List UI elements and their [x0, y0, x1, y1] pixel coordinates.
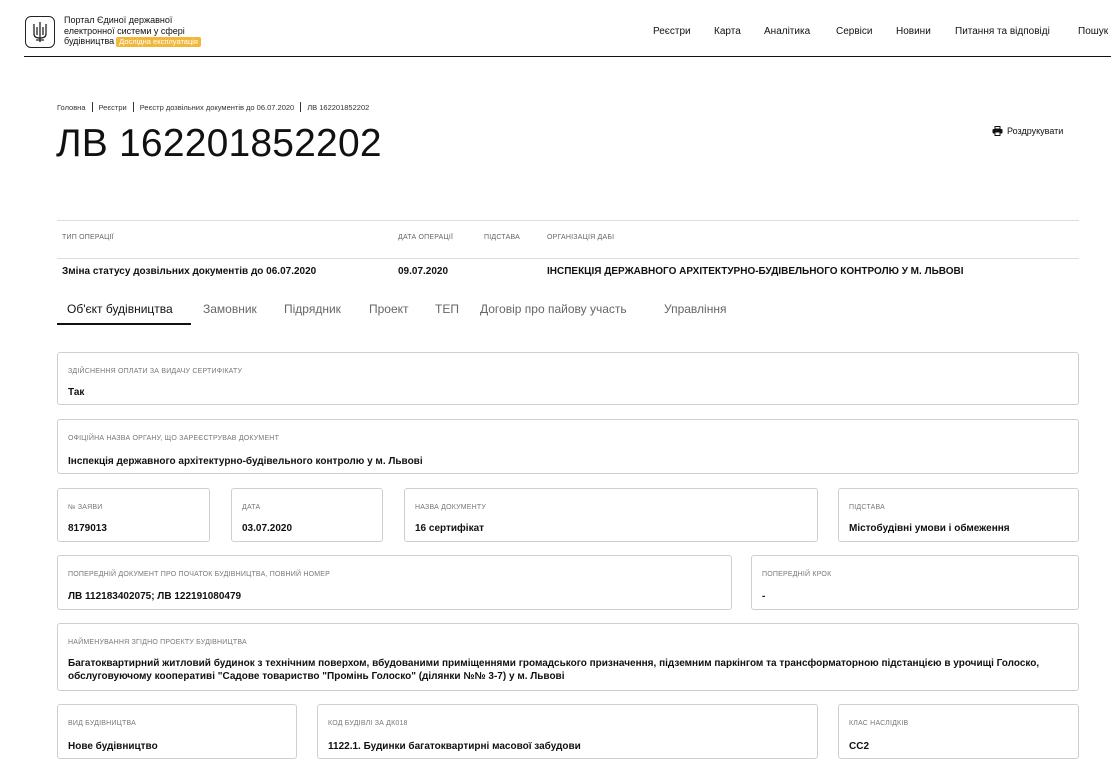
official-name-card: Офіційна назва органу, що зареєстрував д…	[57, 419, 1079, 474]
tab-project[interactable]: Проект	[369, 302, 409, 316]
construction-type-card: Вид будівництва Нове будівництво	[57, 704, 297, 759]
project-name-card: Найменування згідно проекту будівництва …	[57, 623, 1079, 691]
operation-date-header: Дата операції	[398, 234, 454, 241]
date-label: Дата	[242, 504, 261, 511]
consequence-class-label: Клас наслідків	[849, 720, 909, 727]
active-tab-indicator	[57, 323, 191, 325]
site-header: Портал Єдиної державної електронної сист…	[0, 0, 1117, 60]
operation-org-header: Організація ДАБІ	[547, 234, 615, 241]
tab-customer[interactable]: Замовник	[203, 302, 257, 316]
operation-basis-header: Підстава	[484, 234, 520, 241]
construction-type-value: Нове будівництво	[68, 741, 158, 752]
tab-equity-agreement[interactable]: Договір про пайову участь	[480, 302, 627, 316]
basis-value: Містобудівні умови і обмеження	[849, 523, 1010, 534]
official-name-label: Офіційна назва органу, що зареєстрував д…	[68, 435, 280, 442]
breadcrumb: Головна Реєстри Реєстр дозвільних докуме…	[57, 102, 369, 112]
nav-item-registers[interactable]: Реєстри	[653, 26, 691, 37]
operation-type-header: Тип операції	[62, 234, 114, 241]
building-code-label: Код будівлі за ДК018	[328, 720, 408, 727]
date-value: 03.07.2020	[242, 523, 293, 534]
header-divider	[24, 56, 1111, 57]
operation-table-divider	[57, 258, 1079, 259]
building-code-value: 1122.1. Будинки багатоквартирні масової …	[328, 741, 581, 752]
tab-contractor[interactable]: Підрядник	[284, 302, 341, 316]
basis-label: Підстава	[849, 504, 885, 511]
breadcrumb-permit-registry[interactable]: Реєстр дозвільних документів до 06.07.20…	[140, 103, 295, 112]
breadcrumb-separator	[300, 102, 302, 112]
operation-type-value: Зміна статусу дозвільних документів до 0…	[62, 266, 317, 277]
previous-document-card: Попередній документ про початок будівниц…	[57, 555, 732, 610]
breadcrumb-home[interactable]: Головна	[57, 103, 86, 112]
application-number-value: 8179013	[68, 523, 107, 534]
nav-item-news[interactable]: Новини	[896, 26, 931, 37]
print-button[interactable]: Роздрукувати	[992, 126, 1063, 136]
building-code-card: Код будівлі за ДК018 1122.1. Будинки баг…	[317, 704, 818, 759]
operation-org-value: ІНСПЕКЦІЯ ДЕРЖАВНОГО АРХІТЕКТУРНО-БУДІВЕ…	[547, 266, 964, 277]
printer-icon	[992, 126, 1003, 136]
nav-item-services[interactable]: Сервіси	[836, 26, 872, 37]
document-name-card: Назва документу 16 сертифікат	[404, 488, 818, 542]
nav-item-map[interactable]: Карта	[714, 26, 741, 37]
application-number-card: № заяви 8179013	[57, 488, 210, 542]
official-name-value: Інспекція державного архітектурно-будіве…	[68, 456, 423, 467]
consequence-class-value: СС2	[849, 741, 870, 752]
previous-document-label: Попередній документ про початок будівниц…	[68, 571, 331, 578]
nav-item-faq[interactable]: Питання та відповіді	[955, 26, 1050, 37]
project-name-value: Багатоквартирний житловий будинок з техн…	[68, 658, 1040, 682]
breadcrumb-separator	[132, 102, 134, 112]
payment-label: Здійснення оплати за видачу сертифікату	[68, 368, 243, 375]
operation-date-value: 09.07.2020	[398, 266, 449, 277]
main-nav: Реєстри Карта Аналітика Сервіси Новини П…	[0, 26, 1117, 40]
payment-card: Здійснення оплати за видачу сертифікату …	[57, 352, 1079, 405]
construction-type-label: Вид будівництва	[68, 720, 136, 727]
nav-item-analytics[interactable]: Аналітика	[764, 26, 810, 37]
portal-title-line-1: Портал Єдиної державної	[64, 15, 173, 25]
nav-item-search[interactable]: Пошук	[1078, 26, 1108, 37]
breadcrumb-current: ЛВ 162201852202	[307, 102, 370, 112]
document-name-value: 16 сертифікат	[415, 523, 485, 534]
previous-step-value: -	[762, 591, 766, 602]
tab-construction-object[interactable]: Об'єкт будівництва	[67, 302, 173, 316]
consequence-class-card: Клас наслідків СС2	[838, 704, 1079, 759]
document-name-label: Назва документу	[415, 504, 486, 511]
date-card: Дата 03.07.2020	[231, 488, 383, 542]
basis-card: Підстава Містобудівні умови і обмеження	[838, 488, 1079, 542]
operation-table-top-border	[57, 220, 1079, 221]
previous-step-label: Попередній крок	[762, 571, 832, 578]
payment-value: Так	[68, 387, 85, 398]
page-title: ЛВ 162201852202	[56, 122, 382, 165]
tab-tep[interactable]: ТЕП	[435, 302, 459, 316]
breadcrumb-registers[interactable]: Реєстри	[99, 103, 127, 112]
breadcrumb-separator	[91, 102, 93, 112]
project-name-label: Найменування згідно проекту будівництва	[68, 639, 247, 646]
application-number-label: № заяви	[68, 504, 103, 511]
previous-step-card: Попередній крок -	[751, 555, 1079, 610]
previous-document-value: ЛВ 112183402075; ЛВ 122191080479	[68, 591, 242, 602]
print-label: Роздрукувати	[1007, 126, 1064, 136]
tab-management[interactable]: Управління	[664, 302, 726, 316]
